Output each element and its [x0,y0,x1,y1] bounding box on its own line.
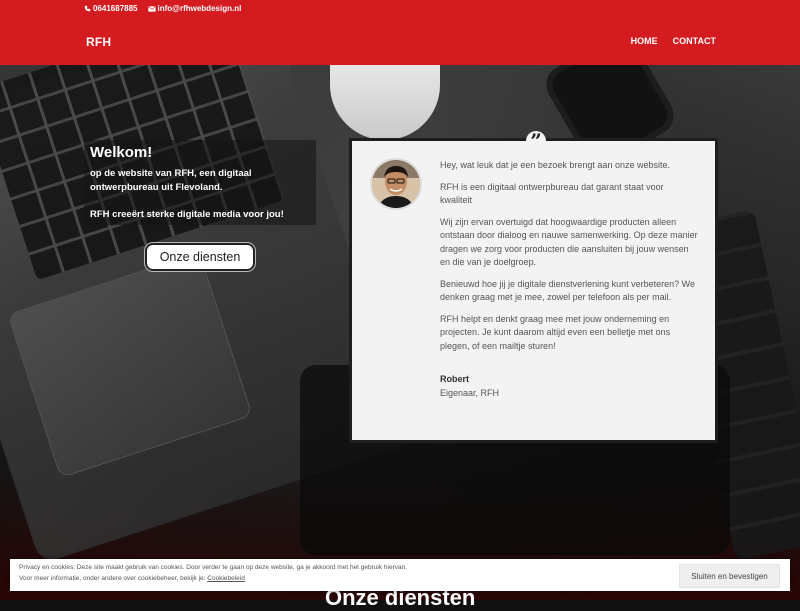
author-role: Eigenaar, RFH [440,387,500,398]
testimonial-paragraph: RFH helpt en denkt graag mee met jouw on… [440,313,671,351]
site-logo[interactable]: RFH [86,35,111,49]
testimonial-card: ” Hey, wat leuk dat je een bezoek brengt… [349,131,718,443]
portrait-image [372,160,420,208]
phone-number: 0641687885 [93,4,138,13]
testimonial-paragraph: Benieuwd hoe jij je digitale dienstverle… [440,278,695,303]
cookie-policy-link[interactable]: Cookiebeleid [207,575,245,582]
welcome-subtitle: op de website van RFH, een digitaal ontw… [90,168,252,193]
testimonial-paragraph: RFH is een digitaal ontwerpbureau dat ga… [440,181,664,206]
welcome-box: Welkom! op de website van RFH, een digit… [84,140,316,225]
hero-section: Welkom! op de website van RFH, een digit… [0,65,800,600]
mail-icon [147,5,156,12]
email-address: info@rfhwebdesign.nl [157,4,242,13]
cookie-more-info-text: Voor meer informatie, onder andere over … [19,575,206,582]
email-info[interactable]: info@rfhwebdesign.nl [147,4,242,13]
testimonial-paragraph: Wij zijn ervan overtuigd dat hoogwaardig… [440,216,698,268]
quote-icon: ” [526,131,546,151]
testimonial-text: Hey, wat leuk dat je een bezoek brengt a… [440,159,698,400]
hero-background-mouse [330,65,440,140]
services-button[interactable]: Onze diensten [145,243,255,271]
phone-info[interactable]: 0641687885 [84,4,138,13]
author-name: Robert [440,374,469,384]
testimonial-paragraph: Hey, wat leuk dat je een bezoek brengt a… [440,160,670,170]
cookie-text: Privacy en cookies: Deze site maakt gebr… [19,564,408,571]
top-header: 0641687885 info@rfhwebdesign.nl RFH HOME… [0,0,800,65]
nav-contact[interactable]: CONTACT [673,36,716,46]
cookie-more-info: Voor meer informatie, onder andere over … [19,575,245,582]
avatar [370,158,422,210]
phone-icon [84,5,91,12]
cookie-banner: Privacy en cookies: Deze site maakt gebr… [10,559,790,591]
welcome-title: Welkom! [90,144,153,161]
contact-info-bar: 0641687885 info@rfhwebdesign.nl [84,4,241,13]
nav-home[interactable]: HOME [631,36,658,46]
welcome-tagline: RFH creeërt sterke digitale media voor j… [90,209,284,220]
testimonial-signature: Robert Eigenaar, RFH [440,373,698,400]
main-nav: HOME CONTACT [631,36,716,46]
cookie-accept-button[interactable]: Sluiten en bevestigen [679,564,780,588]
